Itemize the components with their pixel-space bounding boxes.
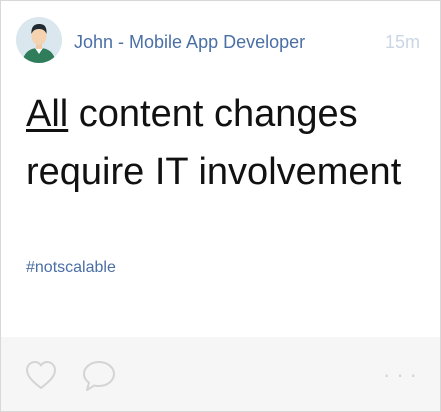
more-dots-icon: ··· <box>383 362 423 387</box>
like-button[interactable] <box>25 360 57 390</box>
post-actions-bar: ··· <box>1 337 440 411</box>
post-text-emphasis: All <box>26 93 69 135</box>
post-text: All content changes require IT involveme… <box>26 85 426 201</box>
post-card: John - Mobile App Developer 15m All cont… <box>0 0 441 412</box>
post-header: John - Mobile App Developer 15m <box>1 1 440 81</box>
comment-bubble-icon <box>83 361 115 391</box>
post-text-body: content changes require IT involvement <box>26 93 402 193</box>
avatar[interactable] <box>16 17 62 63</box>
comment-button[interactable] <box>81 359 117 393</box>
heart-icon <box>26 361 56 389</box>
post-timestamp: 15m <box>385 32 421 52</box>
avatar-icon <box>16 17 62 63</box>
hashtag-link[interactable]: #notscalable <box>26 259 116 277</box>
more-options-button[interactable]: ··· <box>383 364 427 386</box>
author-name[interactable]: John - Mobile App Developer <box>74 32 305 53</box>
